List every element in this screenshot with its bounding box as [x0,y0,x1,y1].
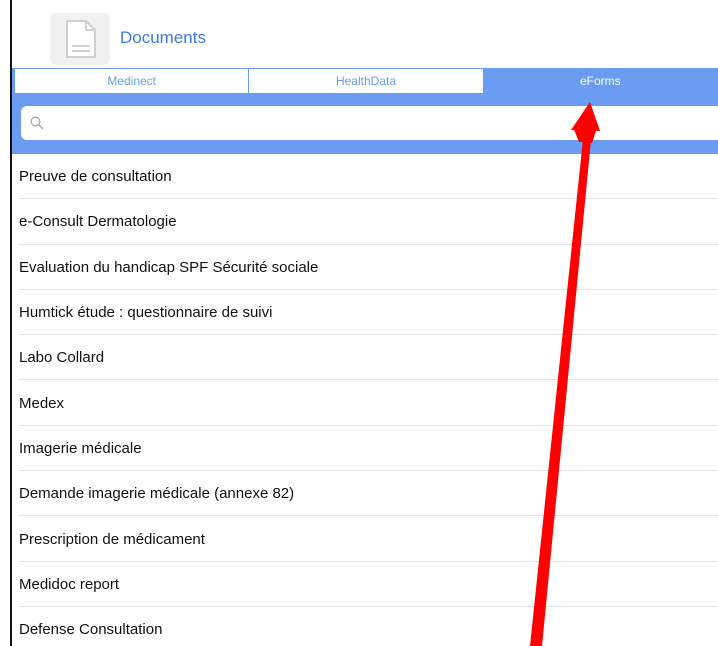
document-icon [50,13,110,65]
list-item[interactable]: Medidoc report [12,562,718,608]
tab-medinect[interactable]: Medinect [15,69,250,93]
search-icon [30,116,44,130]
app-window: Documents Medinect HealthData eForms Pre… [0,0,718,646]
header: Documents [12,0,718,68]
tab-healthdata[interactable]: HealthData [249,69,484,93]
search-bar[interactable] [21,106,718,140]
list-item[interactable]: Preuve de consultation [12,154,718,200]
list-item[interactable]: Evaluation du handicap SPF Sécurité soci… [12,245,718,291]
list-item[interactable]: e-Consult Dermatologie [12,199,718,245]
tab-eforms[interactable]: eForms [483,69,717,93]
list-item[interactable]: Labo Collard [12,335,718,381]
page-title: Documents [120,28,206,47]
list-item[interactable]: Demande imagerie médicale (annexe 82) [12,471,718,517]
list-item[interactable]: Imagerie médicale [12,426,718,472]
list-item[interactable]: Medex [12,380,718,427]
eforms-list: Preuve de consultation e-Consult Dermato… [12,154,718,646]
search-input[interactable] [51,112,705,136]
list-item[interactable]: Prescription de médicament [12,516,718,562]
segmented-control: Medinect HealthData eForms [14,68,718,94]
list-item[interactable]: Defense Consultation [12,607,718,646]
list-item[interactable]: Humtick étude : questionnaire de suivi [12,290,718,336]
